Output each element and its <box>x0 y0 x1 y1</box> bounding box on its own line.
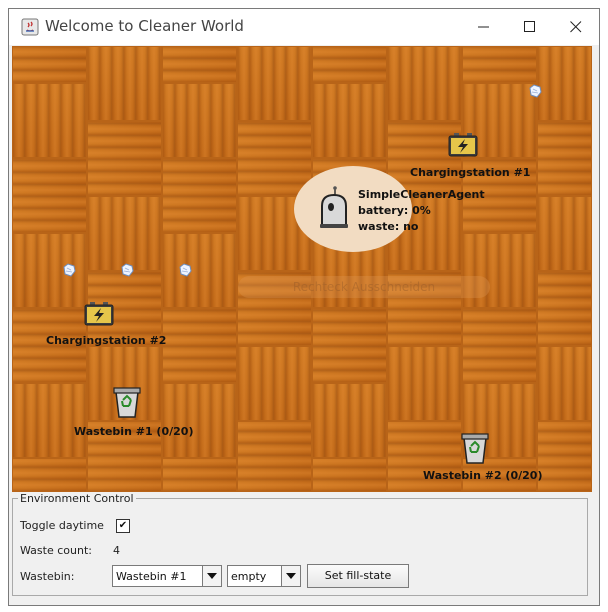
floor-tile <box>312 308 387 383</box>
floor-tile <box>387 46 462 121</box>
floor-tile <box>162 308 237 383</box>
waste-paper-icon[interactable] <box>120 263 134 277</box>
floor-tile <box>462 46 537 83</box>
waste-paper-icon[interactable] <box>62 263 76 277</box>
waste-count-label: Waste count: <box>20 544 92 557</box>
floor-tile <box>387 346 462 421</box>
chevron-down-icon[interactable] <box>202 566 221 586</box>
floor-tile <box>12 383 87 458</box>
minimize-button[interactable] <box>461 9 507 45</box>
charging-station-icon[interactable] <box>84 301 114 327</box>
floor-tile <box>537 271 592 346</box>
wastebin-icon[interactable] <box>113 386 141 418</box>
floor-tile <box>162 83 237 158</box>
floor-tile <box>312 458 387 492</box>
wastebin-label: Wastebin: <box>20 570 75 583</box>
waste-paper-icon[interactable] <box>178 263 192 277</box>
floor-tile <box>12 83 87 158</box>
charging-station-2-label: Chargingstation #2 <box>46 334 167 347</box>
floor-tile <box>312 83 387 158</box>
checkmark-icon: ✔ <box>118 520 128 531</box>
cleaner-robot-icon[interactable] <box>318 186 350 232</box>
floor-tile <box>12 46 87 83</box>
toggle-daytime-label: Toggle daytime <box>20 519 104 532</box>
title-bar: Welcome to Cleaner World <box>9 9 599 45</box>
floor-tile <box>537 121 592 196</box>
wastebin-1-label: Wastebin #1 (0/20) <box>74 425 194 438</box>
fill-state-select-value: empty <box>231 570 267 583</box>
set-fill-state-button[interactable]: Set fill-state <box>307 564 409 588</box>
floor-tile <box>87 196 162 271</box>
minimize-icon <box>478 26 489 28</box>
agent-name: SimpleCleanerAgent <box>358 188 485 201</box>
toggle-daytime-checkbox[interactable]: ✔ <box>116 519 130 533</box>
floor-tile <box>162 383 237 458</box>
floor-tile <box>312 383 387 458</box>
floor-tile <box>237 121 312 196</box>
floor-tile <box>237 46 312 121</box>
floor-tile <box>537 346 592 421</box>
wastebin-2-label: Wastebin #2 (0/20) <box>423 469 543 482</box>
close-button[interactable] <box>553 9 599 45</box>
floor-tile <box>162 458 237 492</box>
cleaner-world-window: Welcome to Cleaner World Rechteck Aussch… <box>8 8 600 606</box>
floor-tile <box>162 158 237 233</box>
floor-tile <box>462 308 537 383</box>
agent-battery: battery: 0% <box>358 204 431 217</box>
waste-paper-icon[interactable] <box>528 84 542 98</box>
fill-state-select[interactable]: empty <box>227 565 301 587</box>
floor-tile <box>12 458 87 492</box>
floor-tile <box>162 233 237 308</box>
floor-tile <box>87 46 162 121</box>
maximize-button[interactable] <box>507 9 553 45</box>
maximize-icon <box>524 21 535 32</box>
environment-control-title: Environment Control <box>20 492 134 505</box>
floor-tile <box>87 121 162 196</box>
floor-tile <box>312 46 387 83</box>
wastebin-select[interactable]: Wastebin #1 <box>112 565 222 587</box>
window-title: Welcome to Cleaner World <box>45 17 244 35</box>
waste-count-value: 4 <box>113 544 120 557</box>
charging-station-icon[interactable] <box>448 132 478 158</box>
floor-tile <box>537 421 592 492</box>
world-floor[interactable]: Rechteck Ausschneiden Chargingstation #1 <box>12 46 592 492</box>
floor-tile <box>537 46 592 121</box>
chevron-down-icon[interactable] <box>281 566 300 586</box>
overlay-hint: Rechteck Ausschneiden <box>238 276 490 298</box>
wastebin-icon[interactable] <box>461 432 489 464</box>
floor-tile <box>162 46 237 83</box>
close-icon <box>570 21 582 33</box>
charging-station-1-label: Chargingstation #1 <box>410 166 531 179</box>
floor-tile <box>237 421 312 492</box>
agent-status: SimpleCleanerAgent battery: 0% waste: no <box>358 187 485 235</box>
floor-tile <box>12 158 87 233</box>
floor-tile <box>537 196 592 271</box>
agent-waste: waste: no <box>358 220 419 233</box>
floor-tile <box>237 346 312 421</box>
java-app-icon <box>21 18 39 36</box>
wastebin-select-value: Wastebin #1 <box>116 570 187 583</box>
